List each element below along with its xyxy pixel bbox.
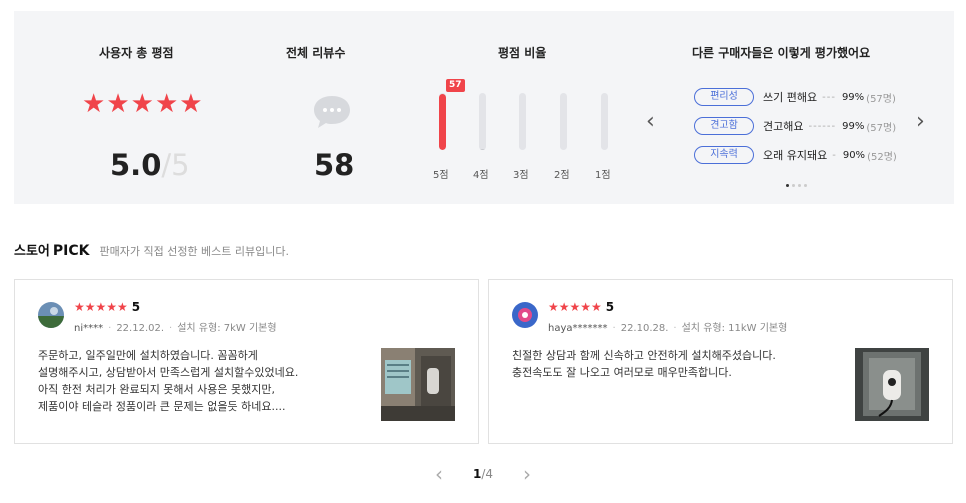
ratio-bar-label: 2점 bbox=[554, 170, 570, 181]
review-rating: ★★★★★ 5 bbox=[548, 300, 614, 314]
pager-dot[interactable] bbox=[798, 184, 801, 187]
ratio-bar bbox=[439, 93, 446, 150]
star-icon: ★ bbox=[179, 89, 203, 119]
review-count: 58 bbox=[314, 148, 355, 182]
eval-percent: 90% bbox=[842, 149, 866, 161]
speech-bubble-icon bbox=[314, 96, 350, 128]
eval-leader: - bbox=[832, 149, 837, 161]
ratio-bar-label: 5점 bbox=[433, 170, 449, 181]
review-body: 친절한 상담과 함께 신속하고 안전하게 설치해주셨습니다. 충전속도도 잘 나… bbox=[512, 349, 776, 379]
eval-tag: 편리성 bbox=[694, 88, 754, 106]
pager-dot[interactable] bbox=[792, 184, 795, 187]
store-pick-title-b: PICK bbox=[52, 243, 90, 259]
review-stars: ★★★★★ bbox=[74, 300, 128, 314]
review-user: ni**** bbox=[74, 323, 104, 334]
avatar bbox=[512, 302, 538, 328]
star-icon: ★ bbox=[82, 89, 106, 119]
ratio-bar bbox=[479, 93, 486, 150]
store-pick-heading: 스토어 PICK 판매자가 직접 선정한 베스트 리뷰입니다. bbox=[14, 240, 289, 259]
total-pages: /4 bbox=[481, 467, 494, 481]
eval-count: (57명) bbox=[866, 122, 897, 134]
review-pagination: ‹ 1/4 › bbox=[0, 464, 966, 484]
ratio-bar-fill bbox=[479, 149, 486, 150]
review-score: 5 bbox=[131, 300, 141, 314]
review-stars: ★★★★★ bbox=[548, 300, 602, 314]
review-card[interactable]: ★★★★★ 5 haya******* · 22.10.28. · 설치 유형: 11k… bbox=[488, 279, 953, 444]
ratio-bar bbox=[560, 93, 567, 150]
eval-row: 지속력 오래 유지돼요 - 90% (52명) bbox=[694, 145, 897, 165]
chevron-right-icon[interactable]: › bbox=[523, 464, 531, 484]
eval-title: 다른 구매자들은 이렇게 평가했어요 bbox=[692, 46, 871, 60]
ratio-title: 평점 비율 bbox=[498, 46, 547, 60]
eval-count: (52명) bbox=[867, 151, 897, 163]
rating-title: 사용자 총 평점 bbox=[99, 46, 174, 60]
chevron-right-icon[interactable]: › bbox=[916, 111, 925, 133]
pager-dot[interactable] bbox=[786, 184, 789, 187]
star-icon: ★ bbox=[130, 89, 154, 119]
review-option: 설치 유형: 11kW 기본형 bbox=[681, 323, 788, 334]
star-icon: ★ bbox=[154, 89, 179, 119]
eval-count: (57명) bbox=[866, 93, 896, 105]
store-pick-title-a: 스토어 bbox=[14, 244, 50, 259]
avatar bbox=[38, 302, 64, 328]
review-date: 22.12.02. bbox=[116, 323, 165, 334]
review-rating: ★★★★★ 5 bbox=[74, 300, 140, 314]
eval-percent: 99% bbox=[842, 120, 865, 132]
review-date: 22.10.28. bbox=[620, 323, 669, 334]
review-photo[interactable] bbox=[855, 348, 929, 421]
review-body: 주문하고, 일주일만에 설치하였습니다. 꼼꼼하게 설명해주시고, 상담받아서 … bbox=[38, 349, 299, 413]
eval-leader: --- bbox=[822, 91, 836, 103]
review-score: 5 bbox=[605, 300, 615, 314]
star-icon: ★ bbox=[106, 89, 130, 119]
eval-text: 오래 유지돼요 bbox=[763, 149, 828, 162]
ratio-bar-label: 3점 bbox=[513, 170, 529, 181]
eval-text: 쓰기 편해요 bbox=[763, 91, 818, 104]
ratio-top-badge: 57 bbox=[446, 79, 465, 92]
eval-text: 견고해요 bbox=[763, 120, 804, 133]
page-indicator: 1/4 bbox=[473, 467, 493, 481]
review-photo[interactable] bbox=[381, 348, 455, 421]
chevron-left-icon[interactable]: ‹ bbox=[646, 111, 655, 133]
ratio-bar bbox=[601, 93, 608, 150]
score-max: /5 bbox=[161, 148, 190, 182]
review-meta: ni**** · 22.12.02. · 설치 유형: 7kW 기본형 bbox=[74, 323, 277, 334]
eval-leader: ------ bbox=[808, 120, 837, 132]
ratio-bar-label: 4점 bbox=[473, 170, 489, 181]
average-score: 5.0/5 bbox=[110, 148, 190, 182]
rating-stars: ★ ★ ★ ★ ★ bbox=[82, 89, 203, 119]
eval-tag: 견고함 bbox=[694, 117, 754, 135]
ratio-bar-label: 1점 bbox=[595, 170, 611, 181]
review-option: 설치 유형: 7kW 기본형 bbox=[177, 323, 277, 334]
rating-summary-panel: 사용자 총 평점 ★ ★ ★ ★ ★ 5.0/5 전체 리뷰수 58 평점 비율 57 … bbox=[14, 11, 954, 204]
pager-dot[interactable] bbox=[804, 184, 807, 187]
eval-tag: 지속력 bbox=[694, 146, 754, 164]
ratio-bar bbox=[519, 93, 526, 150]
eval-percent: 99% bbox=[841, 91, 865, 103]
review-card[interactable]: ★★★★★ 5 ni**** · 22.12.02. · 설치 유형: 7kW 기본형 … bbox=[14, 279, 479, 444]
ratio-bar-fill bbox=[439, 93, 446, 150]
eval-pager-dots[interactable] bbox=[786, 184, 807, 187]
review-user: haya******* bbox=[548, 323, 608, 334]
store-pick-subtitle: 판매자가 직접 선정한 베스트 리뷰입니다. bbox=[99, 245, 290, 258]
eval-row: 편리성 쓰기 편해요 --- 99% (57명) bbox=[694, 87, 896, 107]
reviews-title: 전체 리뷰수 bbox=[286, 46, 346, 60]
eval-row: 견고함 견고해요 ------ 99% (57명) bbox=[694, 116, 896, 136]
chevron-left-icon[interactable]: ‹ bbox=[435, 464, 443, 484]
review-meta: haya******* · 22.10.28. · 설치 유형: 11kW 기본형 bbox=[548, 323, 788, 334]
